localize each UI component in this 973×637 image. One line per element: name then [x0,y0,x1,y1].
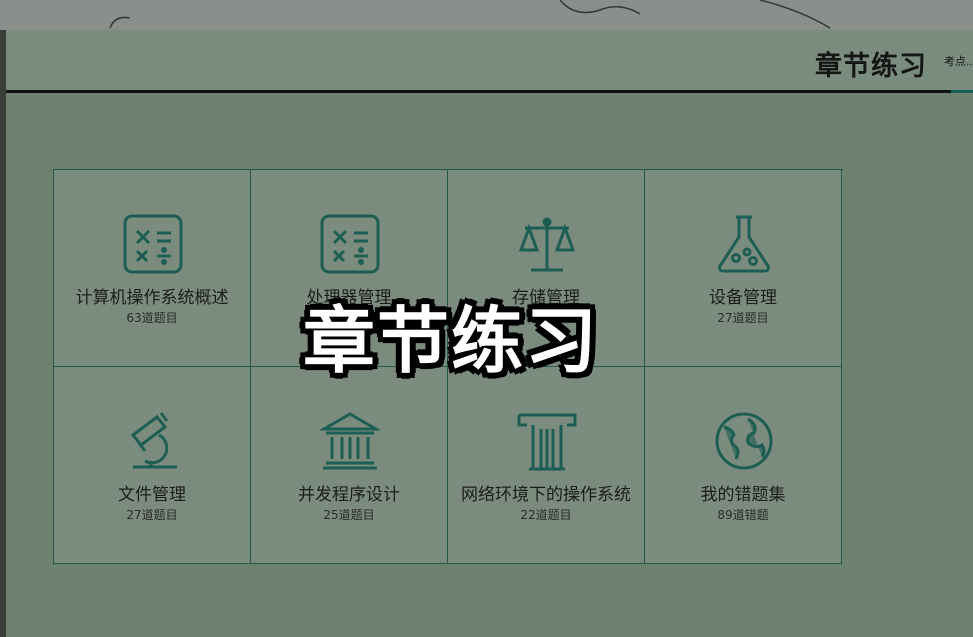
calculator-icon [123,214,183,274]
bank-icon [320,411,380,471]
background-strip [0,0,973,30]
chapter-card[interactable]: 文件管理 27道题目 [54,367,251,564]
page-title: 章节练习 [815,51,927,82]
card-title: 文件管理 [118,485,186,505]
flask-icon [714,214,774,274]
microscope-icon [123,411,183,471]
subnav-link[interactable]: 考点... [944,53,973,69]
card-count: 27道题目 [717,311,769,325]
overlay-caption: 章节练习 [303,299,600,383]
card-count: 89道错题 [717,508,769,522]
calculator-icon [320,214,380,274]
card-title: 我的错题集 [700,485,786,505]
chapter-card[interactable]: 并发程序设计 25道题目 [251,367,448,564]
window-edge [0,30,6,637]
card-title: 设备管理 [709,288,777,308]
card-count: 27道题目 [126,508,178,522]
decorative-lines [109,0,831,29]
header-divider-accent [951,90,973,93]
card-count: 25道题目 [323,508,375,522]
card-title: 计算机操作系统概述 [75,288,229,308]
card-title: 并发程序设计 [298,485,400,505]
globe-icon [714,411,774,471]
pillar-icon [517,411,577,471]
card-count: 63道题目 [126,311,178,325]
chapter-card[interactable]: 设备管理 27道题目 [645,170,842,367]
chapter-card[interactable]: 我的错题集 89道错题 [645,367,842,564]
card-count: 22道题目 [520,508,572,522]
scale-icon [517,214,577,274]
header-divider [6,90,951,93]
card-title: 网络环境下的操作系统 [461,485,631,505]
chapter-card[interactable]: 网络环境下的操作系统 22道题目 [448,367,645,564]
chapter-card[interactable]: 计算机操作系统概述 63道题目 [54,170,251,367]
